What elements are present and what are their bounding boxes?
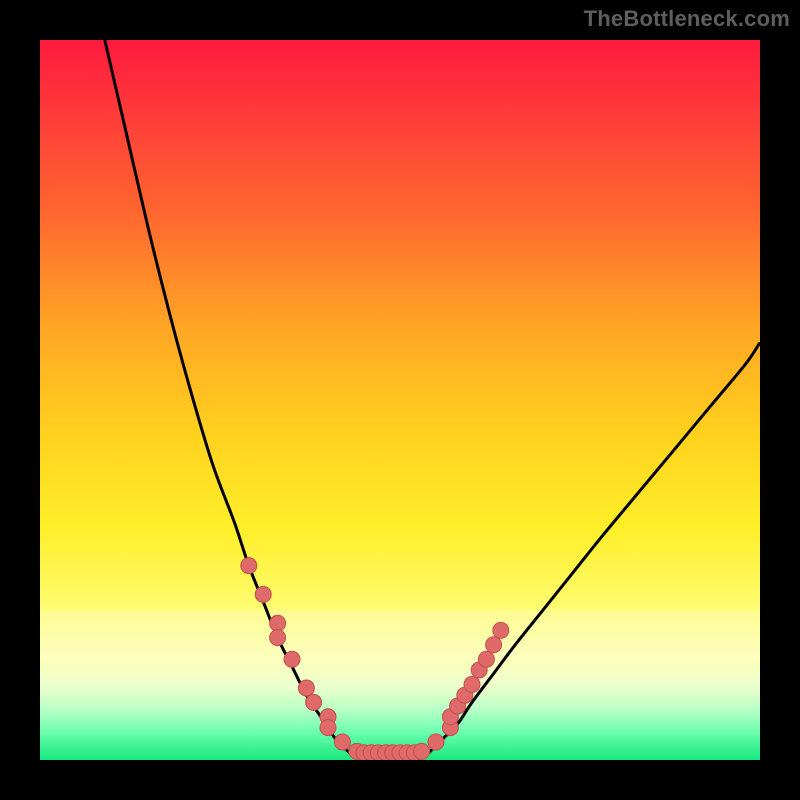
chart-frame: TheBottleneck.com (0, 0, 800, 800)
watermark-text: TheBottleneck.com (584, 6, 790, 32)
plot-area (40, 40, 760, 760)
